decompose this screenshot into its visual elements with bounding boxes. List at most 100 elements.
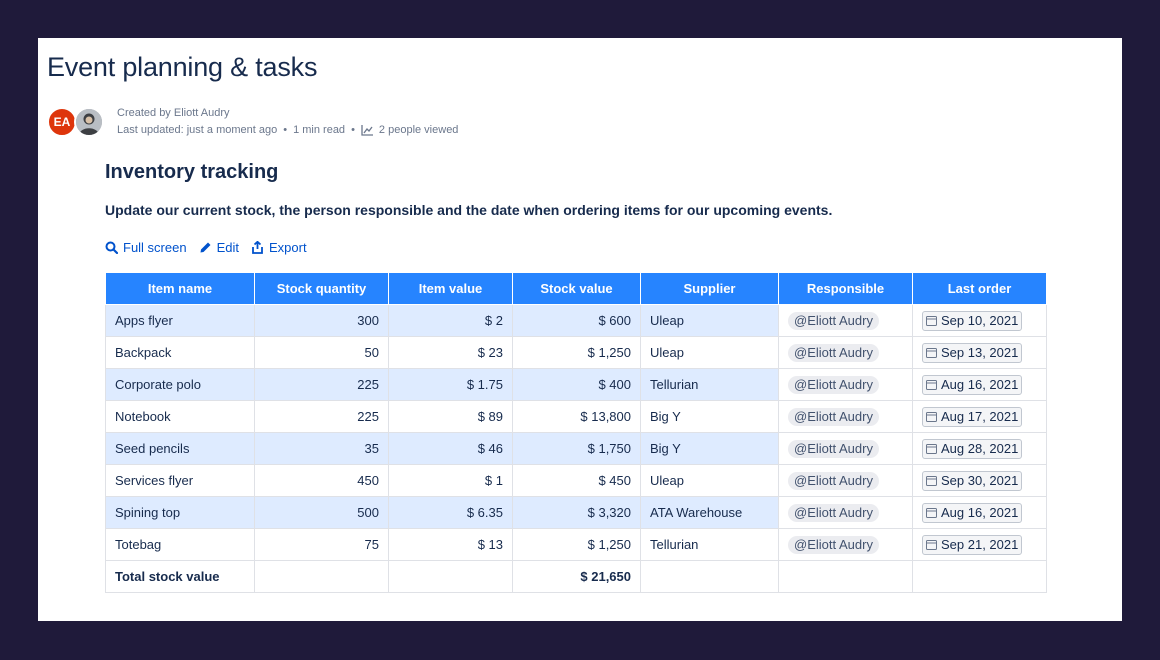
cell-item-value[interactable]: $ 13 [388, 528, 513, 561]
table-toolbar: Full screen Edit Export [105, 240, 307, 255]
date-lozenge[interactable]: Sep 30, 2021 [922, 470, 1023, 491]
cell-item-name[interactable]: Backpack [105, 336, 255, 369]
table-total-row: Total stock value $ 21,650 [105, 560, 1047, 593]
calendar-icon [926, 348, 937, 358]
cell-item-name[interactable]: Spining top [105, 496, 255, 529]
cell-stock-value[interactable]: $ 400 [512, 368, 641, 401]
user-mention[interactable]: @Eliott Audry [788, 439, 879, 458]
total-label: Total stock value [105, 560, 255, 593]
cell-item-name[interactable]: Seed pencils [105, 432, 255, 465]
header-supplier[interactable]: Supplier [640, 273, 779, 305]
analytics-icon [361, 125, 373, 136]
cell-last-order: Aug 16, 2021 [912, 496, 1047, 529]
separator-dot: • [283, 124, 288, 136]
header-responsible[interactable]: Responsible [778, 273, 913, 305]
contributor-avatar[interactable] [74, 107, 104, 137]
cell-item-name[interactable]: Corporate polo [105, 368, 255, 401]
cell-supplier[interactable]: Big Y [640, 400, 779, 433]
cell-stock-quantity[interactable]: 75 [254, 528, 389, 561]
confluence-page: Event planning & tasks EA Created by Eli… [38, 38, 1122, 621]
table-body: Apps flyer 300 $ 2 $ 600 Uleap @Eliott Audry S… [105, 304, 1047, 593]
table-cell [254, 560, 389, 593]
header-last-order[interactable]: Last order [912, 273, 1047, 305]
cell-item-value[interactable]: $ 23 [388, 336, 513, 369]
table-cell [912, 560, 1047, 593]
cell-supplier[interactable]: Uleap [640, 304, 779, 337]
date-text: Aug 28, 2021 [941, 440, 1019, 456]
header-stock-value[interactable]: Stock value [512, 273, 641, 305]
cell-item-name[interactable]: Notebook [105, 400, 255, 433]
views-count[interactable]: 2 people viewed [379, 122, 459, 139]
cell-responsible: @Eliott Audry [778, 464, 913, 497]
cell-stock-value[interactable]: $ 1,250 [512, 528, 641, 561]
date-lozenge[interactable]: Aug 16, 2021 [922, 502, 1023, 523]
cell-stock-quantity[interactable]: 35 [254, 432, 389, 465]
cell-item-value[interactable]: $ 1.75 [388, 368, 513, 401]
table-row: Backpack 50 $ 23 $ 1,250 Uleap @Eliott Audry S… [105, 336, 1047, 369]
cell-stock-value[interactable]: $ 1,250 [512, 336, 641, 369]
cell-last-order: Aug 16, 2021 [912, 368, 1047, 401]
calendar-icon [926, 508, 937, 518]
section-heading: Inventory tracking [105, 161, 279, 183]
header-stock-quantity[interactable]: Stock quantity [254, 273, 389, 305]
cell-supplier[interactable]: Uleap [640, 336, 779, 369]
cell-item-name[interactable]: Services flyer [105, 464, 255, 497]
calendar-icon [926, 476, 937, 486]
user-mention[interactable]: @Eliott Audry [788, 503, 879, 522]
cell-stock-quantity[interactable]: 450 [254, 464, 389, 497]
date-text: Aug 16, 2021 [941, 504, 1019, 520]
calendar-icon [926, 380, 937, 390]
export-button[interactable]: Export [251, 240, 307, 255]
cell-supplier[interactable]: ATA Warehouse [640, 496, 779, 529]
cell-stock-quantity[interactable]: 500 [254, 496, 389, 529]
cell-item-value[interactable]: $ 89 [388, 400, 513, 433]
cell-item-value[interactable]: $ 6.35 [388, 496, 513, 529]
full-screen-button[interactable]: Full screen [105, 240, 187, 255]
cell-last-order: Sep 30, 2021 [912, 464, 1047, 497]
cell-last-order: Aug 17, 2021 [912, 400, 1047, 433]
user-mention[interactable]: @Eliott Audry [788, 471, 879, 490]
date-lozenge[interactable]: Sep 13, 2021 [922, 342, 1023, 363]
date-lozenge[interactable]: Aug 28, 2021 [922, 438, 1023, 459]
user-mention[interactable]: @Eliott Audry [788, 535, 879, 554]
cell-supplier[interactable]: Big Y [640, 432, 779, 465]
cell-stock-value[interactable]: $ 3,320 [512, 496, 641, 529]
date-lozenge[interactable]: Sep 21, 2021 [922, 534, 1023, 555]
user-mention[interactable]: @Eliott Audry [788, 311, 879, 330]
cell-item-value[interactable]: $ 1 [388, 464, 513, 497]
user-mention[interactable]: @Eliott Audry [788, 375, 879, 394]
calendar-icon [926, 412, 937, 422]
date-lozenge[interactable]: Sep 10, 2021 [922, 310, 1023, 331]
date-lozenge[interactable]: Aug 17, 2021 [922, 406, 1023, 427]
user-mention[interactable]: @Eliott Audry [788, 343, 879, 362]
edit-button[interactable]: Edit [199, 240, 239, 255]
date-text: Sep 10, 2021 [941, 312, 1019, 328]
cell-stock-quantity[interactable]: 225 [254, 400, 389, 433]
cell-stock-value[interactable]: $ 13,800 [512, 400, 641, 433]
cell-stock-quantity[interactable]: 50 [254, 336, 389, 369]
cell-stock-quantity[interactable]: 300 [254, 304, 389, 337]
date-lozenge[interactable]: Aug 16, 2021 [922, 374, 1023, 395]
header-item-name[interactable]: Item name [105, 273, 255, 305]
cell-item-name[interactable]: Apps flyer [105, 304, 255, 337]
export-label: Export [268, 240, 307, 255]
cell-item-value[interactable]: $ 46 [388, 432, 513, 465]
cell-supplier[interactable]: Tellurian [640, 368, 779, 401]
cell-stock-value[interactable]: $ 600 [512, 304, 641, 337]
last-updated: Last updated: just a moment ago [117, 124, 278, 136]
cell-stock-value[interactable]: $ 1,750 [512, 432, 641, 465]
user-mention[interactable]: @Eliott Audry [788, 407, 879, 426]
cell-item-name[interactable]: Totebag [105, 528, 255, 561]
cell-stock-value[interactable]: $ 450 [512, 464, 641, 497]
cell-supplier[interactable]: Uleap [640, 464, 779, 497]
table-cell [640, 560, 779, 593]
header-item-value[interactable]: Item value [388, 273, 513, 305]
author-avatar[interactable]: EA [47, 107, 77, 137]
total-value: $ 21,650 [512, 560, 641, 593]
cell-supplier[interactable]: Tellurian [640, 528, 779, 561]
cell-last-order: Sep 21, 2021 [912, 528, 1047, 561]
search-icon [105, 241, 118, 254]
date-text: Sep 21, 2021 [941, 536, 1019, 552]
cell-item-value[interactable]: $ 2 [388, 304, 513, 337]
cell-stock-quantity[interactable]: 225 [254, 368, 389, 401]
